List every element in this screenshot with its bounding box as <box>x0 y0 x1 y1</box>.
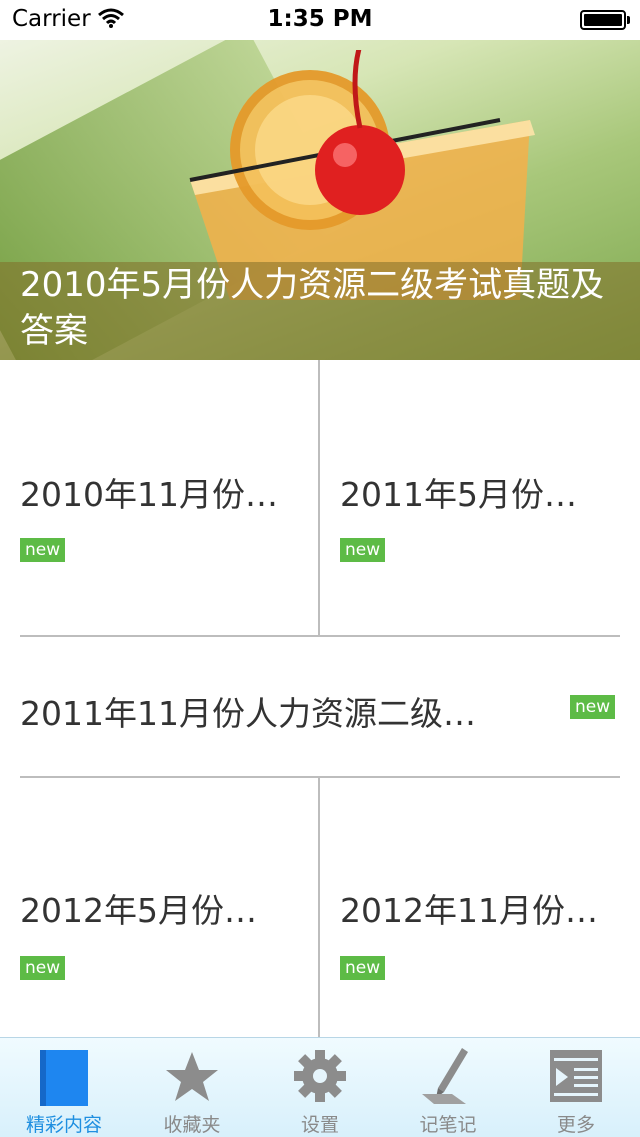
article-title: 2012年11月份… <box>340 891 598 930</box>
tab-settings[interactable]: 设置 <box>256 1038 384 1137</box>
battery-icon <box>580 10 626 30</box>
article-title: 2011年5月份… <box>340 475 577 514</box>
tab-more[interactable]: 更多 <box>512 1038 640 1137</box>
tab-label: 收藏夹 <box>163 1114 221 1136</box>
star-icon <box>162 1046 222 1106</box>
article-row[interactable]: 2011年11月份人力资源二级… new <box>0 637 640 776</box>
new-badge: new <box>570 695 616 719</box>
tab-label: 记笔记 <box>419 1114 477 1136</box>
new-badge: new <box>340 956 386 980</box>
tab-notes[interactable]: 记笔记 <box>384 1038 512 1137</box>
new-badge: new <box>20 956 66 980</box>
article-tile[interactable]: 2010年11月份… new <box>0 360 318 636</box>
clock: 1:35 PM <box>267 6 373 32</box>
tab-bar: 精彩内容 收藏夹 设置 记笔记 更多 <box>0 1037 640 1137</box>
tab-featured[interactable]: 精彩内容 <box>0 1038 128 1137</box>
gear-icon <box>290 1046 350 1106</box>
article-title: 2011年11月份人力资源二级… <box>20 694 476 733</box>
article-tile[interactable]: 2011年5月份… new <box>320 360 640 636</box>
status-bar: Carrier 1:35 PM <box>0 0 640 40</box>
pen-icon <box>418 1046 478 1106</box>
more-list-icon <box>546 1046 606 1106</box>
tab-label: 更多 <box>556 1114 595 1136</box>
battery-tip <box>627 16 630 24</box>
article-tile[interactable]: 2012年11月份… new <box>320 778 640 1037</box>
hero-caption: 2010年5月份人力资源二级考试真题及答案 <box>20 265 605 351</box>
new-badge: new <box>340 538 386 562</box>
hero-banner[interactable]: 2010年5月份人力资源二级考试真题及答案 <box>0 40 640 360</box>
article-title: 2012年5月份… <box>20 891 257 930</box>
tab-label: 精彩内容 <box>25 1114 102 1136</box>
book-icon <box>34 1046 94 1106</box>
tab-label: 设置 <box>300 1114 339 1136</box>
tab-favorites[interactable]: 收藏夹 <box>128 1038 256 1137</box>
new-badge: new <box>20 538 66 562</box>
article-title: 2010年11月份… <box>20 475 278 514</box>
article-tile[interactable]: 2012年5月份… new <box>0 778 318 1037</box>
